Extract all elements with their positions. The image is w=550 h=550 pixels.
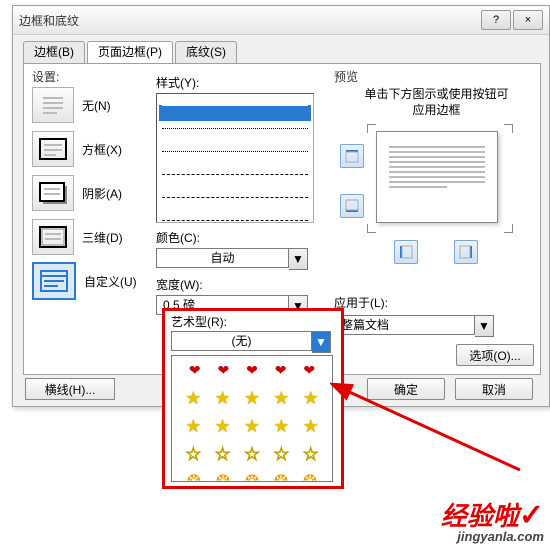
color-label: 颜色(C):	[156, 229, 326, 246]
preview-page[interactable]	[376, 131, 498, 223]
chevron-down-icon[interactable]: ▼	[289, 248, 308, 270]
apply-to-value: 整篇文档	[334, 315, 475, 335]
settings-column: 无(N) 方框(X) 阴影(A) 三维(D) 自定义(U)	[32, 88, 152, 308]
border-left-button[interactable]	[394, 240, 418, 264]
watermark-url: jingyanla.com	[441, 529, 544, 544]
dialog-title: 边框和底纹	[19, 12, 479, 29]
close-button[interactable]: ×	[513, 10, 543, 30]
art-option-hearts[interactable]: ❤❤❤❤❤	[172, 356, 332, 384]
watermark-text: 经验啦	[441, 501, 519, 531]
style-row[interactable]	[159, 174, 311, 190]
crop-mark-icon	[504, 124, 513, 133]
width-label: 宽度(W):	[156, 276, 326, 293]
none-icon	[32, 87, 74, 123]
style-row[interactable]	[159, 220, 311, 223]
border-bottom-button[interactable]	[340, 194, 364, 218]
setting-box[interactable]: 方框(X)	[32, 132, 152, 166]
box-icon	[32, 131, 74, 167]
line-style-list[interactable]	[156, 93, 314, 223]
ok-button[interactable]: 确定	[367, 378, 445, 400]
cancel-button[interactable]: 取消	[455, 378, 533, 400]
setting-3d[interactable]: 三维(D)	[32, 220, 152, 254]
style-row[interactable]	[159, 197, 311, 213]
style-row[interactable]	[159, 128, 311, 144]
tab-border[interactable]: 边框(B)	[23, 41, 85, 63]
setting-custom-label: 自定义(U)	[84, 273, 137, 290]
tab-page-border[interactable]: 页面边框(P)	[87, 41, 173, 63]
art-type-list[interactable]: ❤❤❤❤❤ ★★★★★ ★★★★★ ☆☆☆☆☆ ❂❂❂❂❂	[171, 355, 333, 482]
help-icon: ?	[493, 14, 499, 26]
close-icon: ×	[525, 14, 531, 26]
chevron-down-icon[interactable]: ▼	[312, 331, 331, 353]
setting-none-label: 无(N)	[82, 97, 111, 114]
apply-to-group: 应用于(L): 整篇文档 ▼	[334, 294, 494, 337]
help-button[interactable]: ?	[481, 10, 511, 30]
chevron-down-icon[interactable]: ▼	[475, 315, 494, 337]
setting-custom[interactable]: 自定义(U)	[32, 264, 152, 298]
preview-heading: 预览	[334, 68, 358, 85]
custom-icon	[32, 262, 76, 300]
art-value: (无)	[171, 331, 312, 351]
crop-mark-icon	[367, 224, 376, 233]
setting-shadow-label: 阴影(A)	[82, 185, 122, 202]
crop-mark-icon	[504, 224, 513, 233]
checkmark-icon: ✓	[519, 499, 544, 532]
setting-3d-label: 三维(D)	[82, 229, 123, 246]
art-label: 艺术型(R):	[171, 313, 227, 330]
color-value: 自动	[156, 248, 289, 268]
shadow-icon	[32, 175, 74, 211]
preview-hint-1: 单击下方图示或使用按钮可	[364, 87, 508, 101]
tab-strip: 边框(B) 页面边框(P) 底纹(S)	[23, 41, 549, 63]
preview-column: 预览 单击下方图示或使用按钮可 应用边框	[334, 68, 539, 268]
setting-none[interactable]: 无(N)	[32, 88, 152, 122]
color-combo[interactable]: 自动 ▼	[156, 248, 308, 270]
tab-shading[interactable]: 底纹(S)	[175, 41, 237, 63]
art-combo[interactable]: (无) ▼	[171, 331, 331, 353]
preview-hint-2: 应用边框	[412, 103, 460, 117]
style-heading: 样式(Y):	[156, 74, 326, 91]
settings-heading: 设置:	[32, 68, 59, 85]
titlebar: 边框和底纹 ? ×	[13, 6, 549, 35]
horizontal-line-button[interactable]: 横线(H)...	[25, 378, 115, 400]
setting-box-label: 方框(X)	[82, 141, 122, 158]
border-right-button[interactable]	[454, 240, 478, 264]
border-top-button[interactable]	[340, 144, 364, 168]
style-solid[interactable]	[159, 105, 311, 121]
art-option-stars-outline[interactable]: ☆☆☆☆☆	[172, 440, 332, 468]
setting-shadow[interactable]: 阴影(A)	[32, 176, 152, 210]
style-column: 样式(Y): 颜色(C): 自动 ▼ 宽度(W): 0.5 磅 ▼	[156, 68, 326, 317]
apply-to-combo[interactable]: 整篇文档 ▼	[334, 315, 494, 337]
watermark: 经验啦✓ jingyanla.com	[441, 496, 544, 544]
threed-icon	[32, 219, 74, 255]
crop-mark-icon	[367, 124, 376, 133]
art-option-sunflowers[interactable]: ❂❂❂❂❂	[172, 468, 332, 482]
preview-hint: 单击下方图示或使用按钮可 应用边框	[334, 86, 539, 118]
preview-area	[334, 126, 539, 236]
art-type-highlight: 艺术型(R): (无) ▼ ❤❤❤❤❤ ★★★★★ ★★★★★ ☆☆☆☆☆ ❂❂…	[162, 308, 344, 489]
art-option-stars-solid[interactable]: ★★★★★	[172, 412, 332, 440]
apply-to-label: 应用于(L):	[334, 294, 494, 311]
style-row[interactable]	[159, 151, 311, 167]
art-option-stars-arrow[interactable]: ★★★★★	[172, 384, 332, 412]
options-button[interactable]: 选项(O)...	[456, 344, 534, 366]
